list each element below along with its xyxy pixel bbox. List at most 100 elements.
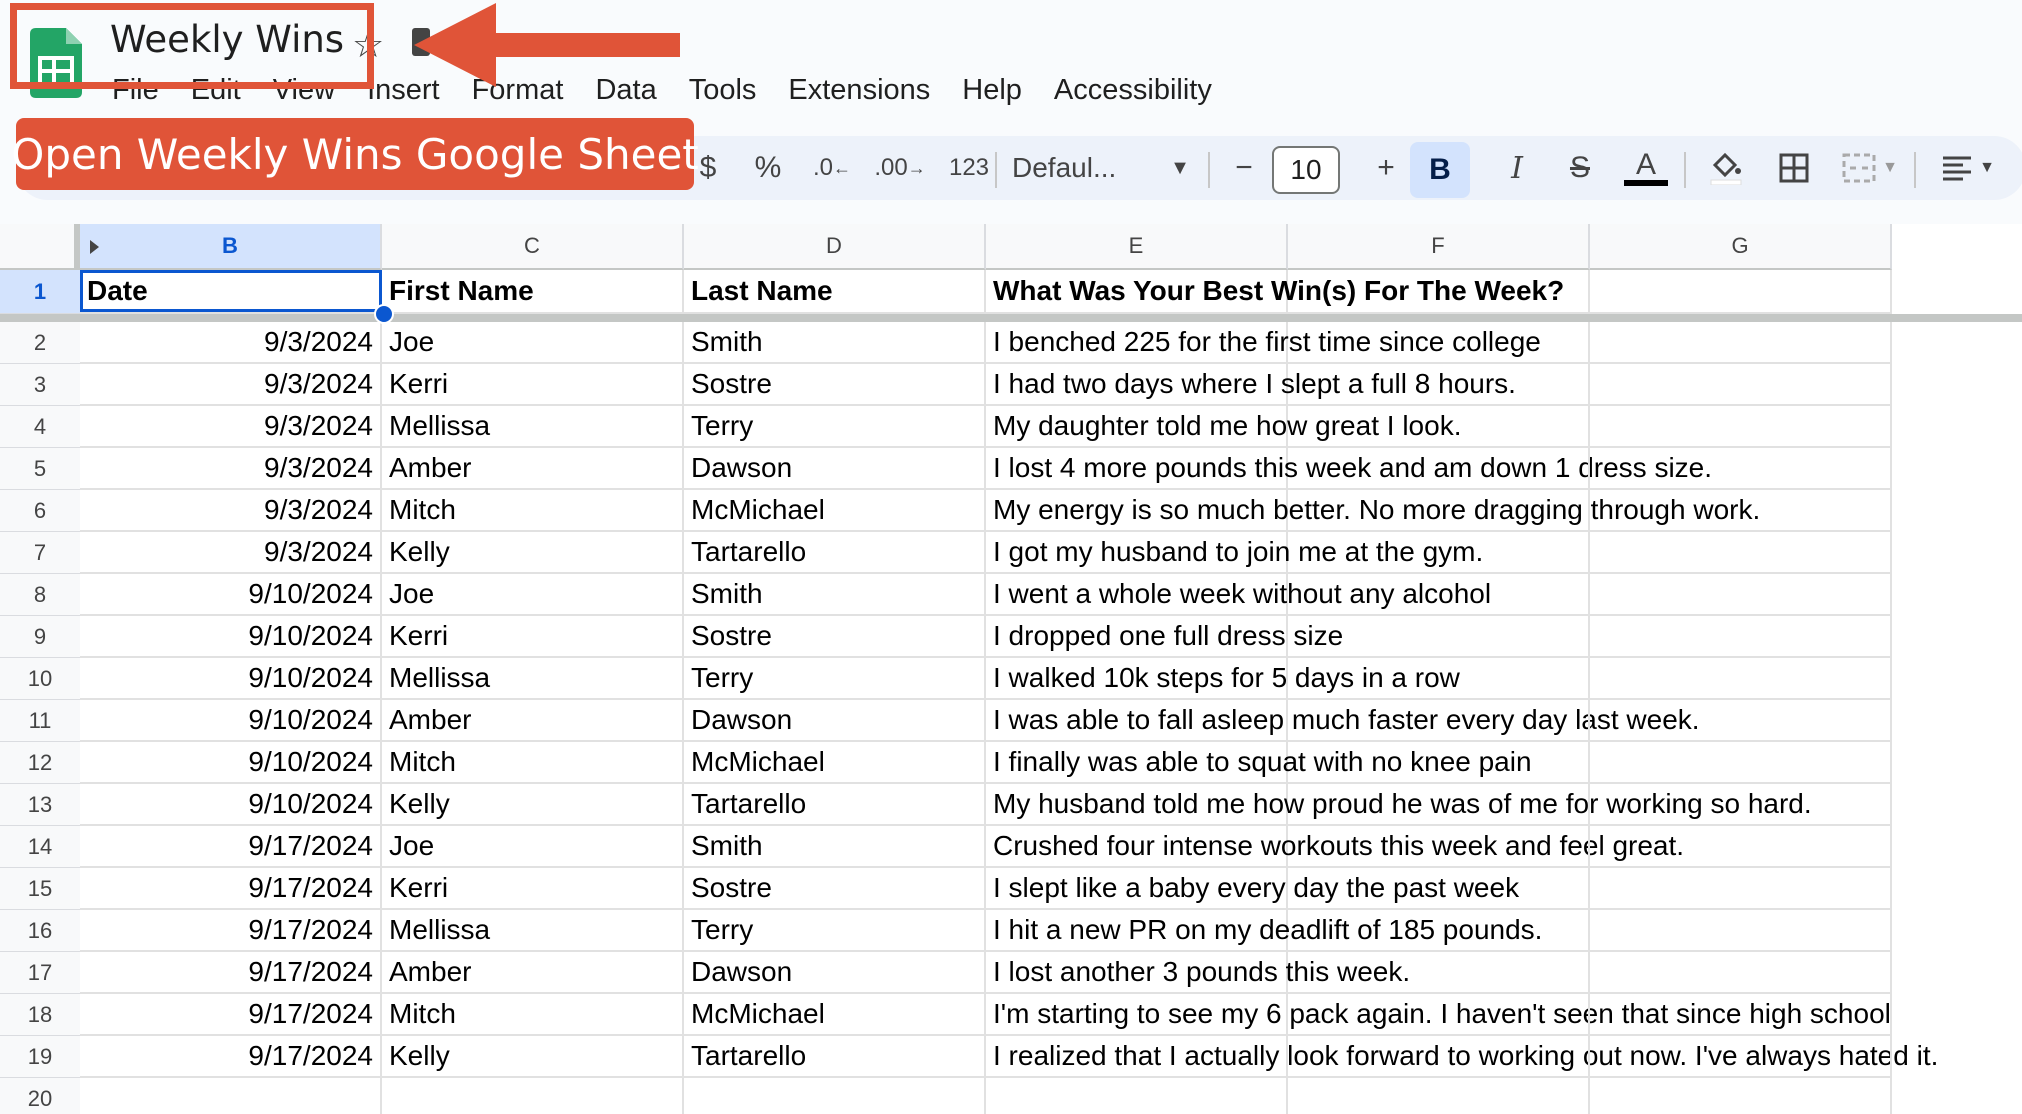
row-header-8[interactable]: 8 bbox=[0, 574, 80, 616]
column-header-b[interactable]: B bbox=[80, 224, 382, 270]
font-size-input[interactable]: 10 bbox=[1272, 146, 1340, 194]
cell-f11[interactable] bbox=[1288, 700, 1590, 742]
cell-b2[interactable]: 9/3/2024 bbox=[80, 322, 382, 364]
cell-b18[interactable]: 9/17/2024 bbox=[80, 994, 382, 1036]
cell-g20[interactable] bbox=[1590, 1078, 1892, 1114]
cell-e18[interactable]: I'm starting to see my 6 pack again. I h… bbox=[986, 994, 1891, 1036]
text-color-button[interactable]: A bbox=[1618, 136, 1674, 200]
merge-cells-icon[interactable]: ▼ bbox=[1832, 136, 1908, 200]
cell-f14[interactable] bbox=[1288, 826, 1590, 868]
cell-e10[interactable]: I walked 10k steps for 5 days in a row bbox=[986, 658, 1460, 700]
horizontal-align-icon[interactable]: ▼ bbox=[1928, 136, 2008, 200]
cell-f20[interactable] bbox=[1288, 1078, 1590, 1114]
row-header-13[interactable]: 13 bbox=[0, 784, 80, 826]
cell-d17[interactable]: Dawson bbox=[684, 952, 986, 994]
increase-font-size-button[interactable]: + bbox=[1366, 136, 1406, 200]
cell-d15[interactable]: Sostre bbox=[684, 868, 986, 910]
cell-b14[interactable]: 9/17/2024 bbox=[80, 826, 382, 868]
row-header-17[interactable]: 17 bbox=[0, 952, 80, 994]
cell-f1[interactable] bbox=[1288, 270, 1590, 314]
spreadsheet-grid[interactable]: B C D E F G 1 2 3 4 5 6 7 8 9 10 11 12 13 14 15 16 17 18 19 20 Dat… bbox=[0, 224, 2022, 1114]
cell-c10[interactable]: Mellissa bbox=[382, 658, 684, 700]
cell-d9[interactable]: Sostre bbox=[684, 616, 986, 658]
expand-hidden-column-icon[interactable] bbox=[90, 240, 99, 254]
cell-g8[interactable] bbox=[1590, 574, 1892, 616]
cell-g5[interactable] bbox=[1590, 448, 1892, 490]
row-header-9[interactable]: 9 bbox=[0, 616, 80, 658]
row-header-5[interactable]: 5 bbox=[0, 448, 80, 490]
italic-button[interactable]: I bbox=[1492, 136, 1542, 200]
cell-e16[interactable]: I hit a new PR on my deadlift of 185 pou… bbox=[986, 910, 1542, 952]
column-header-c[interactable]: C bbox=[382, 224, 684, 270]
borders-icon[interactable] bbox=[1766, 136, 1822, 200]
row-header-19[interactable]: 19 bbox=[0, 1036, 80, 1078]
cell-d8[interactable]: Smith bbox=[684, 574, 986, 616]
cell-g18[interactable] bbox=[1590, 994, 1892, 1036]
cell-c8[interactable]: Joe bbox=[382, 574, 684, 616]
cell-c20[interactable] bbox=[382, 1078, 684, 1114]
cell-g9[interactable] bbox=[1590, 616, 1892, 658]
cell-g2[interactable] bbox=[1590, 322, 1892, 364]
cell-d18[interactable]: McMichael bbox=[684, 994, 986, 1036]
cell-g19[interactable] bbox=[1590, 1036, 1892, 1078]
cell-e3[interactable]: I had two days where I slept a full 8 ho… bbox=[986, 364, 1516, 406]
cell-c15[interactable]: Kerri bbox=[382, 868, 684, 910]
cell-f16[interactable] bbox=[1288, 910, 1590, 952]
strikethrough-icon[interactable]: S bbox=[1552, 136, 1608, 200]
cell-f8[interactable] bbox=[1288, 574, 1590, 616]
cell-f15[interactable] bbox=[1288, 868, 1590, 910]
row-header-10[interactable]: 10 bbox=[0, 658, 80, 700]
cell-b16[interactable]: 9/17/2024 bbox=[80, 910, 382, 952]
cell-f3[interactable] bbox=[1288, 364, 1590, 406]
cell-b17[interactable]: 9/17/2024 bbox=[80, 952, 382, 994]
cell-g15[interactable] bbox=[1590, 868, 1892, 910]
font-family-select[interactable]: Defaul... bbox=[1012, 136, 1162, 200]
fill-handle[interactable] bbox=[374, 304, 394, 324]
row-header-4[interactable]: 4 bbox=[0, 406, 80, 448]
cell-f2[interactable] bbox=[1288, 322, 1590, 364]
cell-b8[interactable]: 9/10/2024 bbox=[80, 574, 382, 616]
cell-b20[interactable] bbox=[80, 1078, 382, 1114]
cell-g11[interactable] bbox=[1590, 700, 1892, 742]
cell-g13[interactable] bbox=[1590, 784, 1892, 826]
cell-g12[interactable] bbox=[1590, 742, 1892, 784]
cell-d4[interactable]: Terry bbox=[684, 406, 986, 448]
row-header-3[interactable]: 3 bbox=[0, 364, 80, 406]
cell-e1[interactable]: What Was Your Best Win(s) For The Week? bbox=[986, 270, 1564, 314]
cell-b1[interactable]: Date bbox=[80, 270, 382, 314]
cell-d10[interactable]: Terry bbox=[684, 658, 986, 700]
row-header-20[interactable]: 20 bbox=[0, 1078, 80, 1114]
cell-d19[interactable]: Tartarello bbox=[684, 1036, 986, 1078]
cell-b12[interactable]: 9/10/2024 bbox=[80, 742, 382, 784]
cell-c4[interactable]: Mellissa bbox=[382, 406, 684, 448]
cell-e17[interactable]: I lost another 3 pounds this week. bbox=[986, 952, 1410, 994]
cell-e11[interactable]: I was able to fall asleep much faster ev… bbox=[986, 700, 1700, 742]
cell-g6[interactable] bbox=[1590, 490, 1892, 532]
frozen-row-divider[interactable] bbox=[0, 314, 2022, 322]
cell-f18[interactable] bbox=[1288, 994, 1590, 1036]
cell-b9[interactable]: 9/10/2024 bbox=[80, 616, 382, 658]
cell-f5[interactable] bbox=[1288, 448, 1590, 490]
cell-c16[interactable]: Mellissa bbox=[382, 910, 684, 952]
cell-g10[interactable] bbox=[1590, 658, 1892, 700]
fill-color-icon[interactable] bbox=[1698, 136, 1754, 200]
cell-c11[interactable]: Amber bbox=[382, 700, 684, 742]
cell-g1[interactable] bbox=[1590, 270, 1892, 314]
cell-g4[interactable] bbox=[1590, 406, 1892, 448]
cell-d3[interactable]: Sostre bbox=[684, 364, 986, 406]
menu-tools[interactable]: Tools bbox=[673, 70, 773, 110]
row-header-1[interactable]: 1 bbox=[0, 270, 80, 314]
cell-b19[interactable]: 9/17/2024 bbox=[80, 1036, 382, 1078]
cell-b6[interactable]: 9/3/2024 bbox=[80, 490, 382, 532]
row-header-15[interactable]: 15 bbox=[0, 868, 80, 910]
cell-c17[interactable]: Amber bbox=[382, 952, 684, 994]
cell-e20[interactable] bbox=[986, 1078, 1288, 1114]
row-header-18[interactable]: 18 bbox=[0, 994, 80, 1036]
row-header-16[interactable]: 16 bbox=[0, 910, 80, 952]
cell-c1[interactable]: First Name bbox=[382, 270, 684, 314]
column-header-f[interactable]: F bbox=[1288, 224, 1590, 270]
cell-c12[interactable]: Mitch bbox=[382, 742, 684, 784]
bold-button[interactable]: B bbox=[1410, 142, 1470, 198]
cell-d11[interactable]: Dawson bbox=[684, 700, 986, 742]
column-header-e[interactable]: E bbox=[986, 224, 1288, 270]
